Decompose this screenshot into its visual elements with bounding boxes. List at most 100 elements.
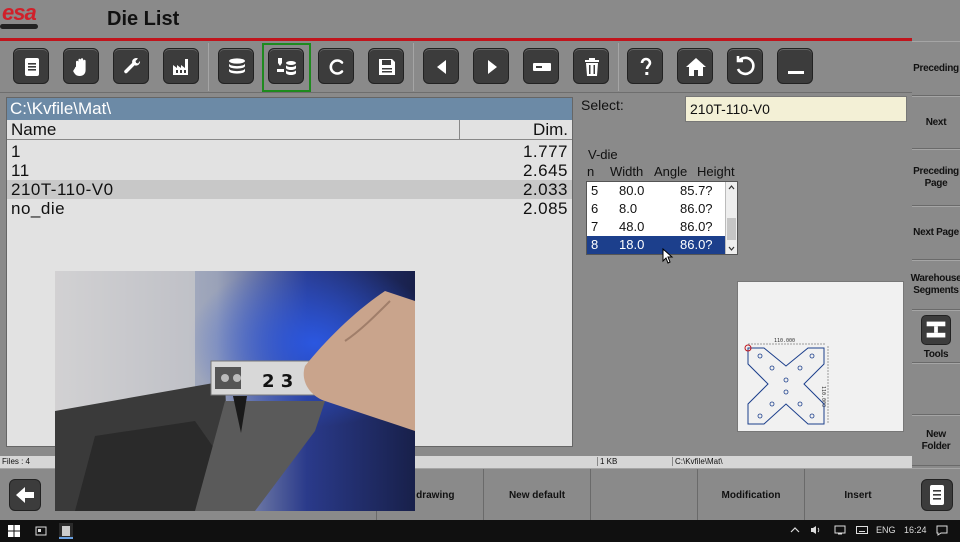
wrench-icon[interactable] bbox=[113, 48, 149, 84]
minimize-icon[interactable] bbox=[777, 48, 813, 84]
keyboard-icon[interactable] bbox=[856, 525, 868, 535]
column-header: Name Dim. bbox=[7, 120, 572, 140]
tape-numbers: 2 3 bbox=[262, 371, 293, 392]
vdie-angle: 85.7? bbox=[680, 183, 713, 198]
vdie-scrollbar[interactable] bbox=[725, 182, 737, 254]
tools-label: Tools bbox=[923, 349, 949, 360]
vdie-title: V-die bbox=[588, 147, 618, 162]
minus-box-icon[interactable] bbox=[523, 48, 559, 84]
file-dim: 2.085 bbox=[522, 199, 568, 218]
vdie-row[interactable]: 6 8.0 86.0? bbox=[587, 200, 725, 218]
column-name[interactable]: Name bbox=[11, 120, 56, 140]
undo-icon[interactable] bbox=[727, 48, 763, 84]
factory-icon[interactable] bbox=[163, 48, 199, 84]
vdie-n: 5 bbox=[591, 183, 599, 198]
scrollbar-thumb[interactable] bbox=[727, 218, 736, 240]
vdie-col-n: n bbox=[587, 164, 595, 179]
sidebar-empty[interactable] bbox=[912, 363, 960, 415]
toolbar-separator bbox=[618, 43, 619, 91]
windows-start-icon[interactable] bbox=[8, 525, 20, 537]
sidebar-preceding-page[interactable]: Preceding Page bbox=[912, 149, 960, 206]
select-input[interactable]: 210T-110-V0 bbox=[685, 96, 907, 122]
column-dim[interactable]: Dim. bbox=[533, 120, 568, 140]
vdie-n: 7 bbox=[591, 219, 599, 234]
file-row-selected[interactable]: 210T-110-V0 2.033 bbox=[7, 180, 572, 199]
document-icon[interactable] bbox=[13, 48, 49, 84]
c-icon[interactable] bbox=[318, 48, 354, 84]
language-indicator[interactable]: ENG bbox=[876, 525, 896, 535]
task-view-icon[interactable] bbox=[35, 525, 47, 537]
save-icon[interactable] bbox=[368, 48, 404, 84]
preview-dim-right: 110.000 bbox=[820, 386, 826, 407]
notification-icon[interactable] bbox=[936, 525, 948, 536]
tools-icon bbox=[921, 315, 951, 345]
page-title: Die List bbox=[107, 8, 180, 30]
volume-icon[interactable] bbox=[810, 525, 822, 535]
sidebar-next-page[interactable]: Next Page bbox=[912, 206, 960, 260]
vdie-row[interactable]: 5 80.0 85.7? bbox=[587, 182, 725, 200]
path-bar: C:\Kvfile\Mat\ bbox=[7, 98, 572, 120]
toolbar-separator bbox=[208, 43, 209, 91]
app-taskbar-icon[interactable] bbox=[59, 523, 73, 539]
vdie-n: 6 bbox=[591, 201, 599, 216]
vdie-angle: 86.0? bbox=[680, 219, 713, 234]
clock[interactable]: 16:24 bbox=[904, 525, 927, 535]
file-row[interactable]: 1 1.777 bbox=[7, 142, 572, 161]
vdie-width: 80.0 bbox=[619, 183, 645, 198]
list-icon[interactable] bbox=[921, 479, 953, 511]
modification-button[interactable]: Modification bbox=[697, 469, 804, 521]
right-sidebar: Preceding Next Preceding Page Next Page … bbox=[911, 41, 960, 466]
status-size: 1 KB bbox=[597, 457, 617, 466]
vdie-col-angle: Angle bbox=[654, 164, 688, 179]
sidebar-new-folder[interactable]: New Folder bbox=[912, 415, 960, 466]
file-name: 11 bbox=[11, 161, 30, 180]
bottom-empty-button[interactable] bbox=[590, 469, 697, 521]
vdie-col-width: Width bbox=[610, 164, 644, 179]
sidebar-next[interactable]: Next bbox=[912, 96, 960, 149]
column-divider bbox=[459, 120, 460, 140]
toolbar bbox=[0, 41, 912, 93]
new-default-button[interactable]: New default bbox=[483, 469, 590, 521]
preview-dim-top: 110.000 bbox=[774, 338, 795, 344]
logo-underline bbox=[0, 24, 38, 29]
file-dim: 2.645 bbox=[522, 161, 568, 180]
sidebar-tools[interactable]: Tools bbox=[912, 310, 960, 363]
die-preview: 110.000 110.000 bbox=[737, 281, 904, 432]
video-overlay: 2 3 bbox=[55, 271, 415, 511]
vdie-angle: 86.0? bbox=[680, 201, 713, 216]
sidebar-warehouse-segments[interactable]: Warehouse Segments bbox=[911, 260, 960, 310]
file-row[interactable]: 11 2.645 bbox=[7, 161, 572, 180]
esa-logo: esa bbox=[2, 0, 37, 25]
arrow-left-icon[interactable] bbox=[423, 48, 459, 84]
file-name: no_die bbox=[11, 199, 66, 218]
network-icon[interactable] bbox=[834, 525, 846, 535]
vdie-n: 8 bbox=[591, 237, 599, 252]
vdie-angle: 86.0? bbox=[680, 237, 713, 252]
status-files: Files : 4 bbox=[2, 457, 31, 466]
file-dim: 2.033 bbox=[522, 180, 568, 199]
select-label: Select: bbox=[581, 97, 624, 113]
help-icon[interactable] bbox=[627, 48, 663, 84]
header: esa Die List bbox=[0, 0, 960, 40]
file-dim: 1.777 bbox=[522, 142, 568, 161]
trash-icon[interactable] bbox=[573, 48, 609, 84]
toolbar-separator bbox=[413, 43, 414, 91]
sidebar-preceding[interactable]: Preceding bbox=[912, 41, 960, 96]
vdie-width: 18.0 bbox=[619, 237, 645, 252]
mouse-cursor-icon bbox=[662, 248, 674, 264]
active-tool-highlight bbox=[262, 43, 311, 92]
home-icon[interactable] bbox=[677, 48, 713, 84]
vdie-row[interactable]: 7 48.0 86.0? bbox=[587, 218, 725, 236]
vdie-col-height: Height bbox=[697, 164, 735, 179]
file-name: 1 bbox=[11, 142, 21, 161]
windows-taskbar: ENG 16:24 bbox=[0, 520, 960, 542]
file-row[interactable]: no_die 2.085 bbox=[7, 199, 572, 218]
vdie-row-selected[interactable]: 8 18.0 86.0? bbox=[587, 236, 725, 254]
hand-icon[interactable] bbox=[63, 48, 99, 84]
chevron-up-icon[interactable] bbox=[790, 525, 800, 535]
insert-button[interactable]: Insert bbox=[804, 469, 911, 521]
database-stack-icon[interactable] bbox=[218, 48, 254, 84]
back-arrow-icon[interactable] bbox=[9, 479, 41, 511]
arrow-right-icon[interactable] bbox=[473, 48, 509, 84]
vdie-list[interactable]: 5 80.0 85.7? 6 8.0 86.0? 7 48.0 86.0? 8 … bbox=[586, 181, 738, 255]
